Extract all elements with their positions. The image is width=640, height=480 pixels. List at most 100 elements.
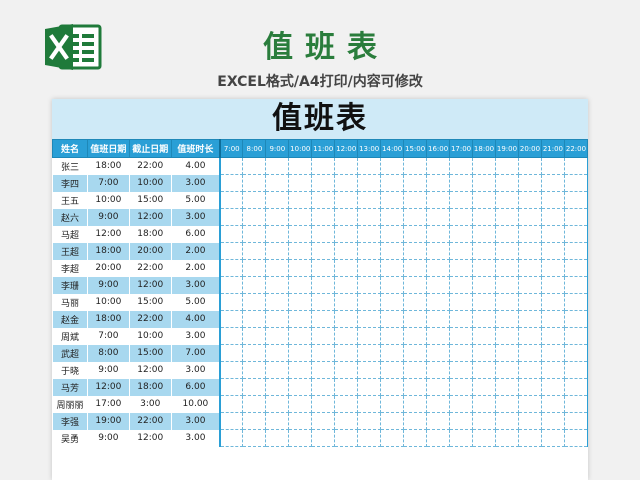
schedule-cell[interactable] xyxy=(242,208,267,226)
schedule-cell[interactable] xyxy=(242,429,267,447)
schedule-cell[interactable] xyxy=(472,174,496,192)
schedule-cell[interactable] xyxy=(517,361,542,379)
schedule-cell[interactable] xyxy=(403,293,428,311)
schedule-cell[interactable] xyxy=(449,276,474,294)
row-duration-cell[interactable]: 10.00 xyxy=(170,395,222,413)
schedule-cell[interactable] xyxy=(495,259,519,277)
schedule-cell[interactable] xyxy=(311,327,336,345)
schedule-cell[interactable] xyxy=(311,429,336,447)
row-start-cell[interactable]: 9:00 xyxy=(86,361,130,379)
schedule-cell[interactable] xyxy=(219,344,244,362)
row-duration-cell[interactable]: 6.00 xyxy=(170,225,222,243)
schedule-cell[interactable] xyxy=(311,361,336,379)
schedule-cell[interactable] xyxy=(242,293,267,311)
schedule-cell[interactable] xyxy=(449,191,474,209)
schedule-cell[interactable] xyxy=(334,293,359,311)
schedule-cell[interactable] xyxy=(334,174,359,192)
schedule-cell[interactable] xyxy=(380,429,405,447)
schedule-cell[interactable] xyxy=(563,242,588,260)
schedule-cell[interactable] xyxy=(311,310,336,328)
row-name-cell[interactable]: 李强 xyxy=(52,412,88,430)
schedule-cell[interactable] xyxy=(563,310,588,328)
schedule-cell[interactable] xyxy=(242,327,267,345)
schedule-cell[interactable] xyxy=(380,157,405,175)
row-end-cell[interactable]: 18:00 xyxy=(128,378,172,396)
schedule-cell[interactable] xyxy=(426,225,451,243)
schedule-cell[interactable] xyxy=(426,344,451,362)
schedule-cell[interactable] xyxy=(426,293,451,311)
schedule-cell[interactable] xyxy=(495,293,519,311)
schedule-cell[interactable] xyxy=(265,395,290,413)
schedule-cell[interactable] xyxy=(334,395,359,413)
schedule-cell[interactable] xyxy=(334,344,359,362)
schedule-cell[interactable] xyxy=(563,276,588,294)
schedule-cell[interactable] xyxy=(563,361,588,379)
schedule-cell[interactable] xyxy=(563,174,588,192)
schedule-cell[interactable] xyxy=(517,174,542,192)
schedule-cell[interactable] xyxy=(265,412,290,430)
schedule-cell[interactable] xyxy=(472,293,496,311)
schedule-cell[interactable] xyxy=(517,429,542,447)
schedule-cell[interactable] xyxy=(403,412,428,430)
schedule-cell[interactable] xyxy=(311,191,336,209)
row-duration-cell[interactable]: 4.00 xyxy=(170,157,222,175)
schedule-cell[interactable] xyxy=(426,276,451,294)
schedule-cell[interactable] xyxy=(265,174,290,192)
schedule-cell[interactable] xyxy=(403,310,428,328)
schedule-cell[interactable] xyxy=(426,327,451,345)
row-duration-cell[interactable]: 5.00 xyxy=(170,191,222,209)
schedule-cell[interactable] xyxy=(334,378,359,396)
schedule-cell[interactable] xyxy=(219,157,244,175)
schedule-cell[interactable] xyxy=(426,395,451,413)
schedule-cell[interactable] xyxy=(449,259,474,277)
schedule-cell[interactable] xyxy=(495,429,519,447)
schedule-cell[interactable] xyxy=(357,157,382,175)
row-start-cell[interactable]: 12:00 xyxy=(86,225,130,243)
row-name-cell[interactable]: 李超 xyxy=(52,259,88,277)
schedule-cell[interactable] xyxy=(242,378,267,396)
schedule-cell[interactable] xyxy=(563,259,588,277)
schedule-cell[interactable] xyxy=(219,242,244,260)
schedule-cell[interactable] xyxy=(472,208,496,226)
schedule-cell[interactable] xyxy=(449,208,474,226)
schedule-cell[interactable] xyxy=(219,208,244,226)
schedule-cell[interactable] xyxy=(540,429,565,447)
schedule-cell[interactable] xyxy=(449,327,474,345)
schedule-cell[interactable] xyxy=(357,378,382,396)
schedule-cell[interactable] xyxy=(540,327,565,345)
row-name-cell[interactable]: 武超 xyxy=(52,344,88,362)
schedule-cell[interactable] xyxy=(334,225,359,243)
row-duration-cell[interactable]: 3.00 xyxy=(170,361,222,379)
schedule-cell[interactable] xyxy=(334,412,359,430)
schedule-cell[interactable] xyxy=(495,361,519,379)
schedule-cell[interactable] xyxy=(426,361,451,379)
schedule-cell[interactable] xyxy=(403,361,428,379)
row-duration-cell[interactable]: 3.00 xyxy=(170,327,222,345)
schedule-cell[interactable] xyxy=(426,429,451,447)
schedule-cell[interactable] xyxy=(472,242,496,260)
schedule-cell[interactable] xyxy=(311,276,336,294)
schedule-cell[interactable] xyxy=(334,259,359,277)
schedule-cell[interactable] xyxy=(380,225,405,243)
schedule-cell[interactable] xyxy=(449,242,474,260)
row-name-cell[interactable]: 周丽丽 xyxy=(52,395,88,413)
schedule-cell[interactable] xyxy=(265,327,290,345)
schedule-cell[interactable] xyxy=(334,361,359,379)
schedule-cell[interactable] xyxy=(219,327,244,345)
schedule-cell[interactable] xyxy=(288,344,313,362)
schedule-cell[interactable] xyxy=(265,429,290,447)
schedule-cell[interactable] xyxy=(288,378,313,396)
schedule-cell[interactable] xyxy=(357,208,382,226)
schedule-cell[interactable] xyxy=(380,395,405,413)
schedule-cell[interactable] xyxy=(219,429,244,447)
row-end-cell[interactable]: 22:00 xyxy=(128,259,172,277)
schedule-cell[interactable] xyxy=(449,225,474,243)
schedule-cell[interactable] xyxy=(219,259,244,277)
schedule-cell[interactable] xyxy=(288,276,313,294)
row-duration-cell[interactable]: 2.00 xyxy=(170,242,222,260)
row-name-cell[interactable]: 马丽 xyxy=(52,293,88,311)
schedule-cell[interactable] xyxy=(311,395,336,413)
row-start-cell[interactable]: 18:00 xyxy=(86,310,130,328)
schedule-cell[interactable] xyxy=(265,310,290,328)
schedule-cell[interactable] xyxy=(563,191,588,209)
